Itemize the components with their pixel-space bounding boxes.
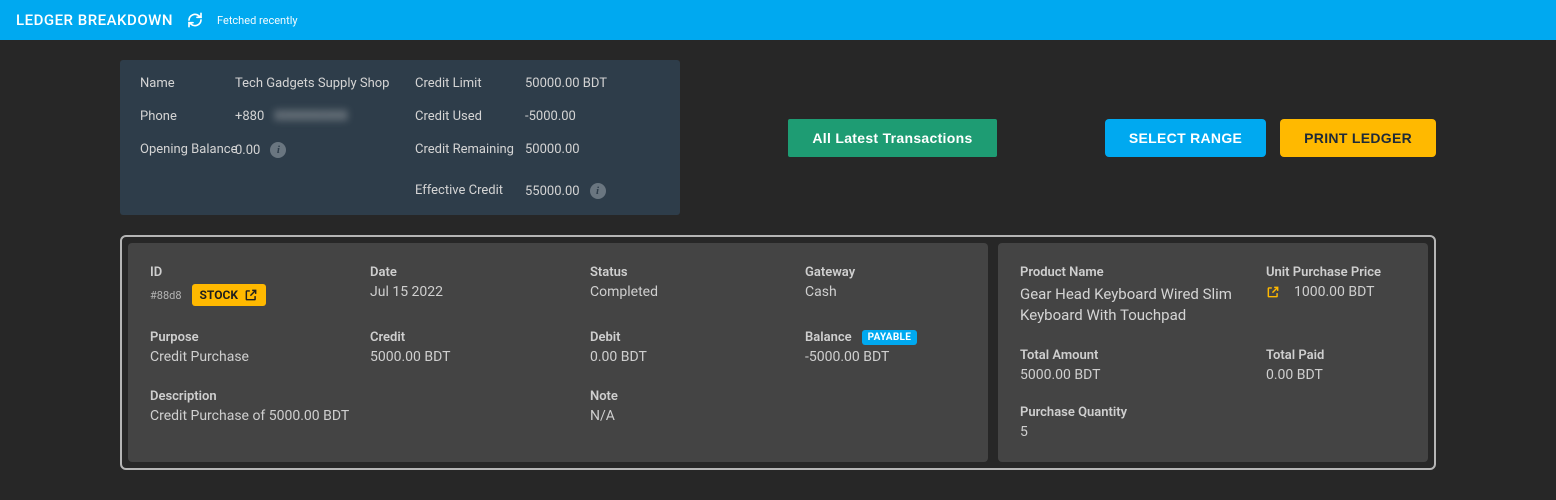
- select-range-button[interactable]: SELECT RANGE: [1105, 119, 1266, 157]
- total-paid-label: Total Paid: [1266, 348, 1406, 363]
- header-bar: LEDGER BREAKDOWN Fetched recently: [0, 0, 1556, 40]
- field-purchase-qty: Purchase Quantity 5: [1020, 405, 1406, 440]
- gateway-value: Cash: [805, 284, 966, 300]
- purchase-qty-value: 5: [1020, 424, 1406, 440]
- opening-balance-label: Opening Balance: [140, 142, 235, 157]
- phone-value: +880 XXXXXXXXX: [235, 109, 415, 124]
- status-label: Status: [590, 265, 805, 280]
- name-label: Name: [140, 76, 235, 91]
- credit-limit-label: Credit Limit: [415, 76, 525, 91]
- total-amount-value: 5000.00 BDT: [1020, 367, 1256, 383]
- description-value: Credit Purchase of 5000.00 BDT: [150, 408, 590, 424]
- action-group: SELECT RANGE PRINT LEDGER: [1105, 119, 1436, 157]
- balance-value: -5000.00 BDT: [805, 349, 966, 365]
- status-value: Completed: [590, 284, 805, 300]
- field-note: Note N/A: [590, 389, 966, 424]
- print-ledger-button[interactable]: PRINT LEDGER: [1280, 119, 1436, 157]
- credit-limit-value: 50000.00 BDT: [525, 76, 660, 91]
- total-paid-value: 0.00 BDT: [1266, 367, 1406, 383]
- external-link-icon: [244, 288, 258, 302]
- field-description: Description Credit Purchase of 5000.00 B…: [150, 389, 590, 424]
- supplier-info-card: Name Phone Opening Balance Tech Gadgets …: [120, 60, 680, 215]
- field-debit: Debit 0.00 BDT: [590, 330, 805, 365]
- gateway-label: Gateway: [805, 265, 966, 280]
- phone-prefix: +880: [235, 109, 264, 124]
- unit-price-label: Unit Purchase Price: [1266, 265, 1406, 280]
- fetched-status: Fetched recently: [217, 14, 298, 27]
- unit-price-value: 1000.00 BDT: [1266, 284, 1406, 300]
- credit-remaining-label: Credit Remaining: [415, 142, 525, 157]
- effective-credit-label: Effective Credit: [415, 183, 525, 198]
- date-label: Date: [370, 265, 590, 280]
- field-purpose: Purpose Credit Purchase: [150, 330, 370, 365]
- effective-credit-number: 55000.00: [525, 184, 580, 199]
- credit-label: Credit: [370, 330, 590, 345]
- info-icon[interactable]: i: [270, 142, 286, 158]
- product-name-value: Gear Head Keyboard Wired Slim Keyboard W…: [1020, 284, 1256, 326]
- effective-credit-value: 55000.00 i: [525, 183, 660, 199]
- info-icon[interactable]: i: [590, 183, 606, 199]
- description-label: Description: [150, 389, 590, 404]
- page-title: LEDGER BREAKDOWN: [16, 11, 173, 29]
- name-value: Tech Gadgets Supply Shop: [235, 76, 415, 91]
- credit-value: 5000.00 BDT: [370, 349, 590, 365]
- phone-redacted: XXXXXXXXX: [274, 109, 347, 124]
- summary-section: Name Phone Opening Balance Tech Gadgets …: [0, 40, 1556, 225]
- balance-label-text: Balance: [805, 330, 852, 345]
- credit-used-label: Credit Used: [415, 109, 525, 124]
- field-balance: Balance PAYABLE -5000.00 BDT: [805, 330, 966, 365]
- debit-label: Debit: [590, 330, 805, 345]
- phone-label: Phone: [140, 109, 235, 124]
- product-name-label: Product Name: [1020, 265, 1256, 280]
- field-gateway: Gateway Cash: [805, 265, 966, 306]
- field-date: Date Jul 15 2022: [370, 265, 590, 306]
- product-panel: Product Name Gear Head Keyboard Wired Sl…: [998, 243, 1428, 462]
- note-label: Note: [590, 389, 966, 404]
- field-total-paid: Total Paid 0.00 BDT: [1266, 348, 1406, 383]
- purpose-value: Credit Purchase: [150, 349, 370, 365]
- stock-badge-label: STOCK: [200, 288, 238, 302]
- external-link-icon[interactable]: [1266, 285, 1280, 299]
- credit-used-value: -5000.00: [525, 109, 660, 124]
- opening-balance-number: 0.00: [235, 143, 260, 158]
- field-total-amount: Total Amount 5000.00 BDT: [1020, 348, 1256, 383]
- date-value: Jul 15 2022: [370, 284, 590, 300]
- refresh-icon[interactable]: [187, 12, 203, 28]
- field-status: Status Completed: [590, 265, 805, 306]
- transaction-panel: ID #88d8 STOCK Date Jul 15 2022 Status: [128, 243, 988, 462]
- field-id: ID #88d8 STOCK: [150, 265, 370, 306]
- unit-price-number: 1000.00 BDT: [1294, 284, 1374, 300]
- opening-balance-value: 0.00 i: [235, 142, 415, 158]
- debit-value: 0.00 BDT: [590, 349, 805, 365]
- note-value: N/A: [590, 408, 966, 424]
- payable-badge: PAYABLE: [862, 330, 918, 345]
- field-credit: Credit 5000.00 BDT: [370, 330, 590, 365]
- field-product-name: Product Name Gear Head Keyboard Wired Sl…: [1020, 265, 1256, 326]
- field-unit-price: Unit Purchase Price 1000.00 BDT: [1266, 265, 1406, 326]
- id-value: #88d8 STOCK: [150, 284, 370, 306]
- id-label: ID: [150, 265, 370, 280]
- all-latest-transactions-button[interactable]: All Latest Transactions: [788, 119, 996, 157]
- balance-label: Balance PAYABLE: [805, 330, 966, 345]
- purchase-qty-label: Purchase Quantity: [1020, 405, 1406, 420]
- purpose-label: Purpose: [150, 330, 370, 345]
- transaction-row: ID #88d8 STOCK Date Jul 15 2022 Status: [120, 235, 1436, 470]
- total-amount-label: Total Amount: [1020, 348, 1256, 363]
- id-text: #88d8: [150, 289, 182, 302]
- stock-badge[interactable]: STOCK: [192, 284, 266, 306]
- credit-remaining-value: 50000.00: [525, 142, 660, 157]
